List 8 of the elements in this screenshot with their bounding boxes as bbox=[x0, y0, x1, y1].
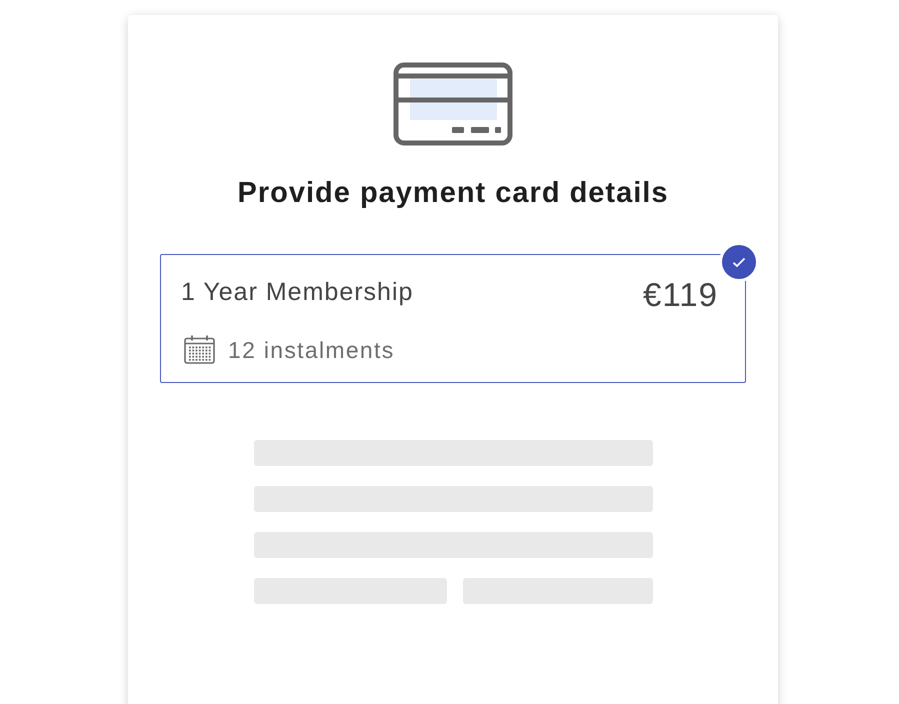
plan-name: 1 Year Membership bbox=[181, 277, 414, 307]
calendar-icon bbox=[184, 335, 215, 364]
page-title: Provide payment card details bbox=[238, 176, 668, 210]
credit-card-icon bbox=[393, 62, 513, 146]
instalments-text: 12 instalments bbox=[228, 336, 394, 364]
plan-price: €119 bbox=[643, 277, 718, 313]
plan-option[interactable]: 1 Year Membership €119 12 instalments bbox=[160, 254, 746, 383]
check-badge-icon bbox=[722, 245, 756, 279]
